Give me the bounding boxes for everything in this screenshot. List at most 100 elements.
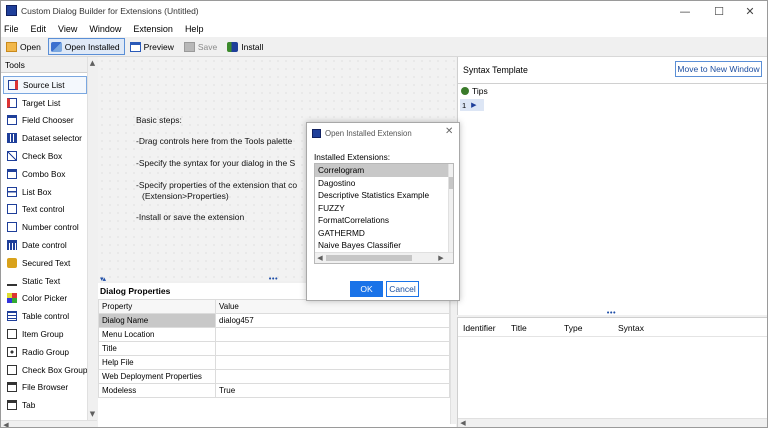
extensions-vscrollbar[interactable] bbox=[448, 164, 453, 252]
tool-color-picker[interactable]: Color Picker bbox=[3, 290, 87, 308]
tools-hscrollbar[interactable]: ◀ bbox=[1, 420, 97, 427]
save-button[interactable]: Save bbox=[181, 38, 222, 55]
extensions-vscroll-thumb[interactable] bbox=[449, 177, 453, 189]
dataset-selector-icon bbox=[7, 133, 17, 144]
ok-button[interactable]: OK bbox=[350, 281, 383, 297]
tool-source-list[interactable]: Source List bbox=[3, 76, 87, 94]
identifier-list: Identifier Title Type Syntax ◀ bbox=[457, 317, 767, 427]
scroll-right-icon[interactable]: ▶ bbox=[437, 254, 445, 262]
scroll-left-icon[interactable]: ◀ bbox=[316, 254, 324, 262]
property-row[interactable]: Title bbox=[98, 341, 450, 356]
tool-combo-box[interactable]: Combo Box bbox=[3, 165, 87, 183]
property-value[interactable] bbox=[215, 369, 450, 384]
tool-radio-group[interactable]: Radio Group bbox=[3, 343, 87, 361]
tool-number-control[interactable]: Number control bbox=[3, 218, 87, 236]
tool-list-box[interactable]: List Box bbox=[3, 183, 87, 201]
steps-heading: Basic steps: bbox=[136, 115, 182, 125]
syntax-splitter[interactable]: ••• bbox=[606, 309, 616, 317]
static-text-icon bbox=[7, 276, 17, 286]
tool-secured-text[interactable]: Secured Text bbox=[3, 254, 87, 272]
scroll-left-icon[interactable]: ◀ bbox=[2, 421, 10, 427]
close-button[interactable]: ✕ bbox=[733, 1, 767, 21]
extension-item-correlogram[interactable]: Correlogram bbox=[315, 164, 448, 177]
tool-field-chooser[interactable]: Field Chooser bbox=[3, 112, 87, 130]
install-button[interactable]: Install bbox=[224, 38, 268, 55]
menu-window[interactable]: Window bbox=[83, 24, 127, 34]
tool-check-box-group[interactable]: Check Box Group bbox=[3, 361, 87, 379]
menu-help[interactable]: Help bbox=[179, 24, 210, 34]
tab-icon bbox=[7, 400, 17, 411]
property-value[interactable]: dialog457 bbox=[215, 313, 450, 328]
property-name: Title bbox=[98, 341, 216, 356]
title-bar: Custom Dialog Builder for Extensions (Un… bbox=[1, 1, 767, 21]
menu-file[interactable]: File bbox=[1, 24, 25, 34]
installed-extensions-list[interactable]: Correlogram Dagostino Descriptive Statis… bbox=[314, 163, 454, 264]
property-row[interactable]: Help File bbox=[98, 355, 450, 370]
tools-scrollbar[interactable]: ▲ ▼ bbox=[87, 57, 97, 420]
menu-extension[interactable]: Extension bbox=[127, 24, 179, 34]
property-value[interactable] bbox=[215, 341, 450, 356]
property-row[interactable]: Web Deployment Properties bbox=[98, 369, 450, 384]
menu-view[interactable]: View bbox=[52, 24, 83, 34]
col-type: Type bbox=[564, 323, 583, 333]
preview-icon bbox=[129, 41, 141, 52]
property-row[interactable]: Menu Location bbox=[98, 327, 450, 342]
tool-date-control[interactable]: Date control bbox=[3, 236, 87, 254]
splitter-arrows[interactable]: ▾▴ bbox=[100, 275, 106, 283]
step-properties-path: (Extension>Properties) bbox=[142, 191, 229, 201]
extension-item-naive-bayes[interactable]: Naive Bayes Classifier bbox=[315, 239, 448, 252]
dialog-close-icon[interactable]: ✕ bbox=[445, 126, 453, 137]
property-row[interactable]: Dialog Name dialog457 bbox=[98, 313, 450, 328]
extensions-hscroll-thumb[interactable] bbox=[326, 255, 412, 261]
extensions-hscrollbar[interactable]: ◀ ▶ bbox=[315, 252, 453, 263]
minimize-button[interactable]: — bbox=[668, 1, 702, 21]
preview-button[interactable]: Preview bbox=[127, 38, 179, 55]
item-group-icon bbox=[7, 329, 17, 340]
open-button[interactable]: Open bbox=[3, 38, 46, 55]
scroll-left-icon[interactable]: ◀ bbox=[459, 419, 467, 427]
step-syntax: -Specify the syntax for your dialog in t… bbox=[136, 158, 296, 168]
tool-target-list[interactable]: Target List bbox=[3, 94, 87, 112]
step-install: -Install or save the extension bbox=[136, 212, 245, 222]
tool-dataset-selector[interactable]: Dataset selector bbox=[3, 129, 87, 147]
syntax-editor[interactable] bbox=[484, 99, 767, 313]
radio-group-icon bbox=[7, 346, 17, 357]
tool-static-text[interactable]: Static Text bbox=[3, 272, 87, 290]
property-name: Modeless bbox=[98, 383, 216, 398]
scroll-down-icon[interactable]: ▼ bbox=[88, 410, 97, 418]
checkbox-group-icon bbox=[7, 364, 17, 375]
property-value[interactable] bbox=[215, 327, 450, 342]
canvas-splitter[interactable]: ••• bbox=[268, 275, 278, 283]
tool-file-browser[interactable]: File Browser bbox=[3, 379, 87, 397]
col-title: Title bbox=[511, 323, 527, 333]
tips-toggle[interactable]: Tips bbox=[461, 86, 488, 96]
tool-table-control[interactable]: Table control bbox=[3, 307, 87, 325]
identifier-hscrollbar[interactable]: ◀ bbox=[458, 418, 767, 427]
tool-text-control[interactable]: Text control bbox=[3, 201, 87, 219]
tool-check-box[interactable]: Check Box bbox=[3, 147, 87, 165]
maximize-button[interactable]: ☐ bbox=[702, 1, 736, 21]
dialog-title: Open Installed Extension bbox=[325, 129, 412, 138]
property-value[interactable] bbox=[215, 355, 450, 370]
syntax-divider bbox=[458, 83, 767, 84]
extension-item-descriptive-statistics[interactable]: Descriptive Statistics Example bbox=[315, 189, 448, 202]
extension-item-gathermd[interactable]: GATHERMD bbox=[315, 227, 448, 240]
text-control-icon bbox=[7, 204, 17, 215]
tool-item-group[interactable]: Item Group bbox=[3, 325, 87, 343]
tool-tab[interactable]: Tab bbox=[3, 396, 87, 414]
extension-item-fuzzy[interactable]: FUZZY bbox=[315, 202, 448, 215]
menu-bar: File Edit View Window Extension Help bbox=[1, 21, 767, 37]
scroll-up-icon[interactable]: ▲ bbox=[88, 59, 97, 67]
extension-item-formatcorrelations[interactable]: FormatCorrelations bbox=[315, 214, 448, 227]
installed-extensions-label: Installed Extensions: bbox=[314, 152, 391, 162]
cancel-button[interactable]: Cancel bbox=[386, 281, 419, 297]
move-to-new-window-button[interactable]: Move to New Window bbox=[675, 61, 762, 77]
menu-edit[interactable]: Edit bbox=[25, 24, 53, 34]
properties-scrollbar[interactable] bbox=[450, 299, 456, 424]
property-value[interactable]: True bbox=[215, 383, 450, 398]
property-row[interactable]: Modeless True bbox=[98, 383, 450, 398]
extension-item-dagostino[interactable]: Dagostino bbox=[315, 177, 448, 190]
open-installed-button[interactable]: Open Installed bbox=[47, 38, 125, 55]
lock-icon bbox=[7, 257, 17, 268]
tips-icon bbox=[461, 87, 469, 95]
